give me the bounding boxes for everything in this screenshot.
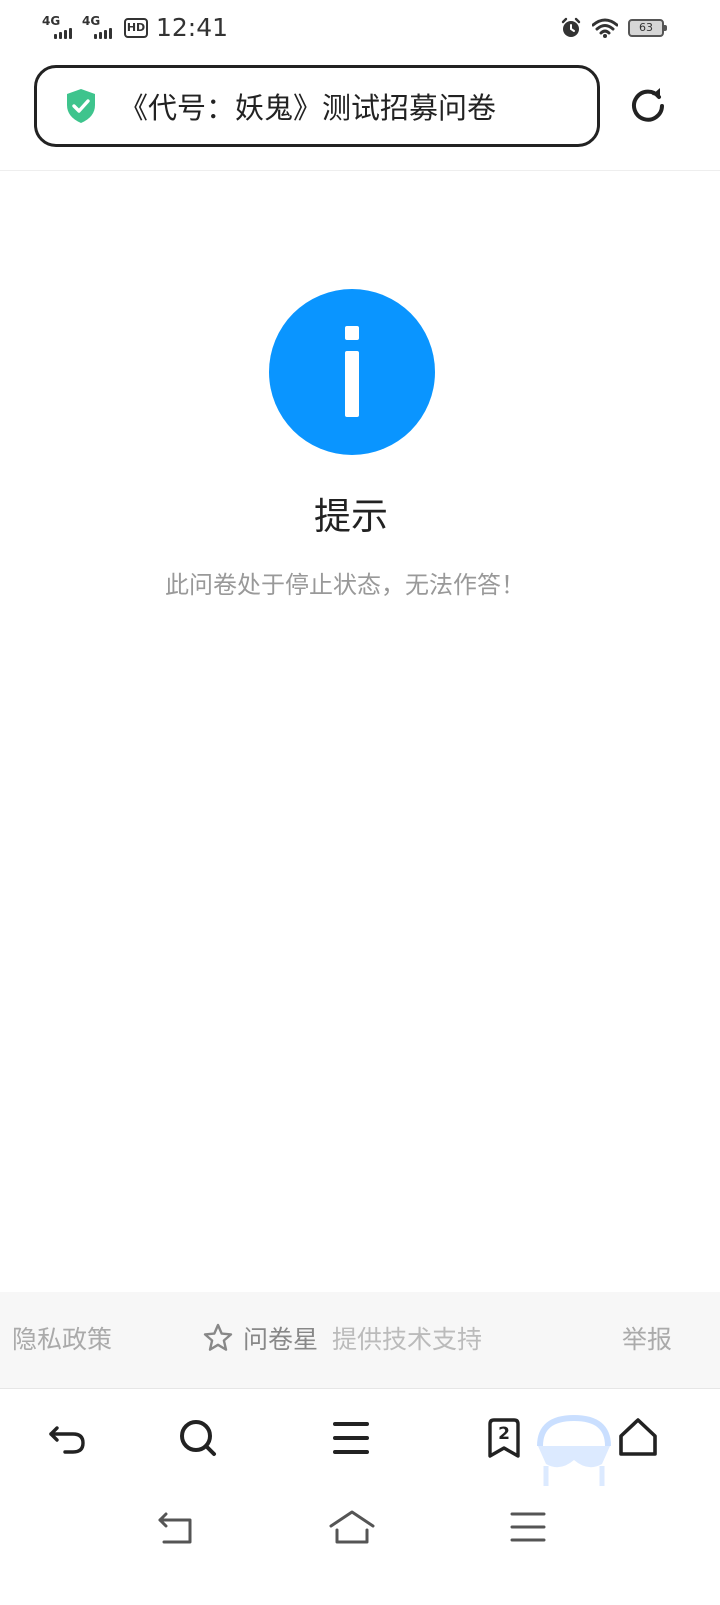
status-bar: 4G 4G HD 12:41 63 (0, 0, 720, 56)
brand-name: 问卷星 (243, 1325, 319, 1354)
status-time: 12:41 (156, 13, 229, 42)
battery-level: 63 (639, 21, 653, 34)
tab-count: 2 (498, 1424, 510, 1444)
back-icon[interactable] (45, 1416, 89, 1460)
shield-check-icon (67, 89, 95, 123)
message-title: 提示 (314, 495, 388, 538)
network-type-1: 4G (42, 14, 61, 28)
header-divider (0, 170, 720, 171)
message-text: 此问卷处于停止状态，无法作答！ (165, 571, 525, 599)
star-icon (203, 1323, 233, 1351)
toolbar-divider (0, 1388, 720, 1389)
status-right: 63 (550, 14, 667, 42)
wifi-icon (592, 18, 618, 38)
system-menu-icon[interactable] (504, 1508, 552, 1548)
home-icon[interactable] (616, 1416, 660, 1460)
privacy-link[interactable]: 隐私政策 (12, 1320, 112, 1356)
reload-icon[interactable] (628, 86, 668, 126)
signal-bars-icon (54, 28, 74, 39)
system-home-icon[interactable] (328, 1508, 376, 1548)
signal-1: 4G (42, 15, 76, 41)
tabs-button[interactable]: 2 (486, 1416, 530, 1460)
alarm-icon (561, 17, 581, 37)
search-icon[interactable] (176, 1416, 220, 1460)
page-title: 《代号：妖鬼》测试招募问卷 (119, 91, 497, 125)
network-type-2: 4G (82, 14, 101, 28)
status-left: 4G 4G HD 12:41 (42, 12, 228, 44)
report-link[interactable]: 举报 (622, 1320, 672, 1356)
hd-badge: HD (124, 18, 148, 38)
system-back-icon[interactable] (152, 1508, 200, 1548)
info-icon (269, 289, 435, 455)
floating-assistant-icon[interactable] (532, 1412, 616, 1488)
signal-2: 4G (82, 15, 116, 41)
address-bar[interactable]: 《代号：妖鬼》测试招募问卷 (34, 65, 600, 147)
brand-credit[interactable]: 问卷星 提供技术支持 (203, 1320, 482, 1356)
battery-icon: 63 (628, 19, 667, 37)
brand-support-text: 提供技术支持 (332, 1325, 483, 1354)
menu-icon[interactable] (329, 1416, 373, 1460)
page-footer: 隐私政策 问卷星 提供技术支持 举报 (0, 1292, 720, 1388)
signal-bars-icon (94, 28, 114, 39)
